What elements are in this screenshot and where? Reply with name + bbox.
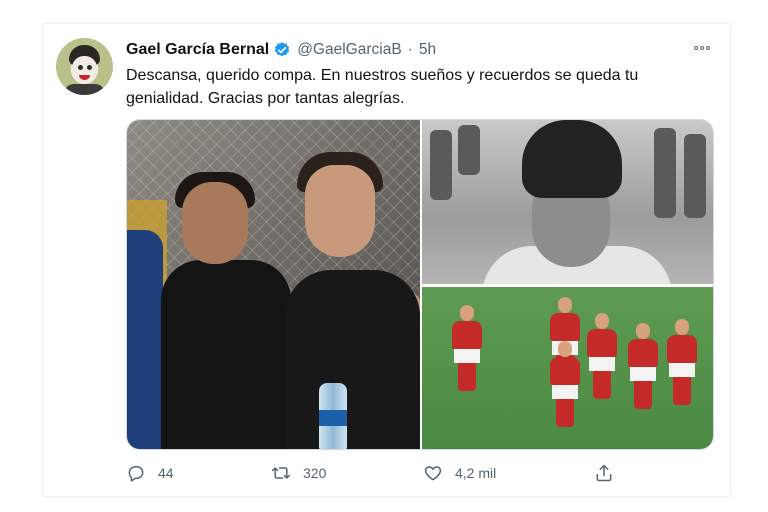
- media-grid: [126, 119, 714, 450]
- tweet-text-line: genialidad. Gracias por tantas alegrías.: [126, 90, 405, 107]
- photo-two-men[interactable]: [127, 120, 420, 449]
- author-name[interactable]: Gael García Bernal: [126, 41, 269, 59]
- like-icon: [424, 466, 442, 481]
- tweet-text: Descansa, querido compa. En nuestros sue…: [126, 64, 686, 110]
- reply-button[interactable]: 44: [126, 462, 174, 484]
- retweet-count: 320: [303, 465, 327, 481]
- share-button[interactable]: [594, 462, 614, 484]
- reply-icon: [128, 466, 144, 482]
- separator-dot: ·: [407, 41, 413, 58]
- photo-boy-portrait[interactable]: [422, 120, 713, 284]
- retweet-icon: [271, 467, 291, 479]
- photo-football-team[interactable]: [422, 287, 713, 449]
- retweet-button[interactable]: 320: [271, 462, 326, 484]
- reply-count: 44: [158, 465, 174, 481]
- like-count: 4,2 mil: [455, 465, 497, 481]
- avatar[interactable]: [56, 38, 113, 95]
- timestamp[interactable]: 5h: [419, 41, 436, 59]
- more-options-icon[interactable]: [690, 40, 714, 56]
- verified-badge-icon: [275, 42, 290, 57]
- share-icon: [596, 464, 612, 482]
- author-handle[interactable]: @GaelGarciaB: [297, 41, 401, 59]
- like-button[interactable]: 4,2 mil: [423, 462, 496, 484]
- tweet-actions: 44 320 4,2 mil: [126, 462, 626, 484]
- tweet-text-line: Descansa, querido compa. En nuestros sue…: [126, 67, 639, 84]
- tweet-header: Gael García Bernal @GaelGarciaB · 5h: [126, 40, 436, 60]
